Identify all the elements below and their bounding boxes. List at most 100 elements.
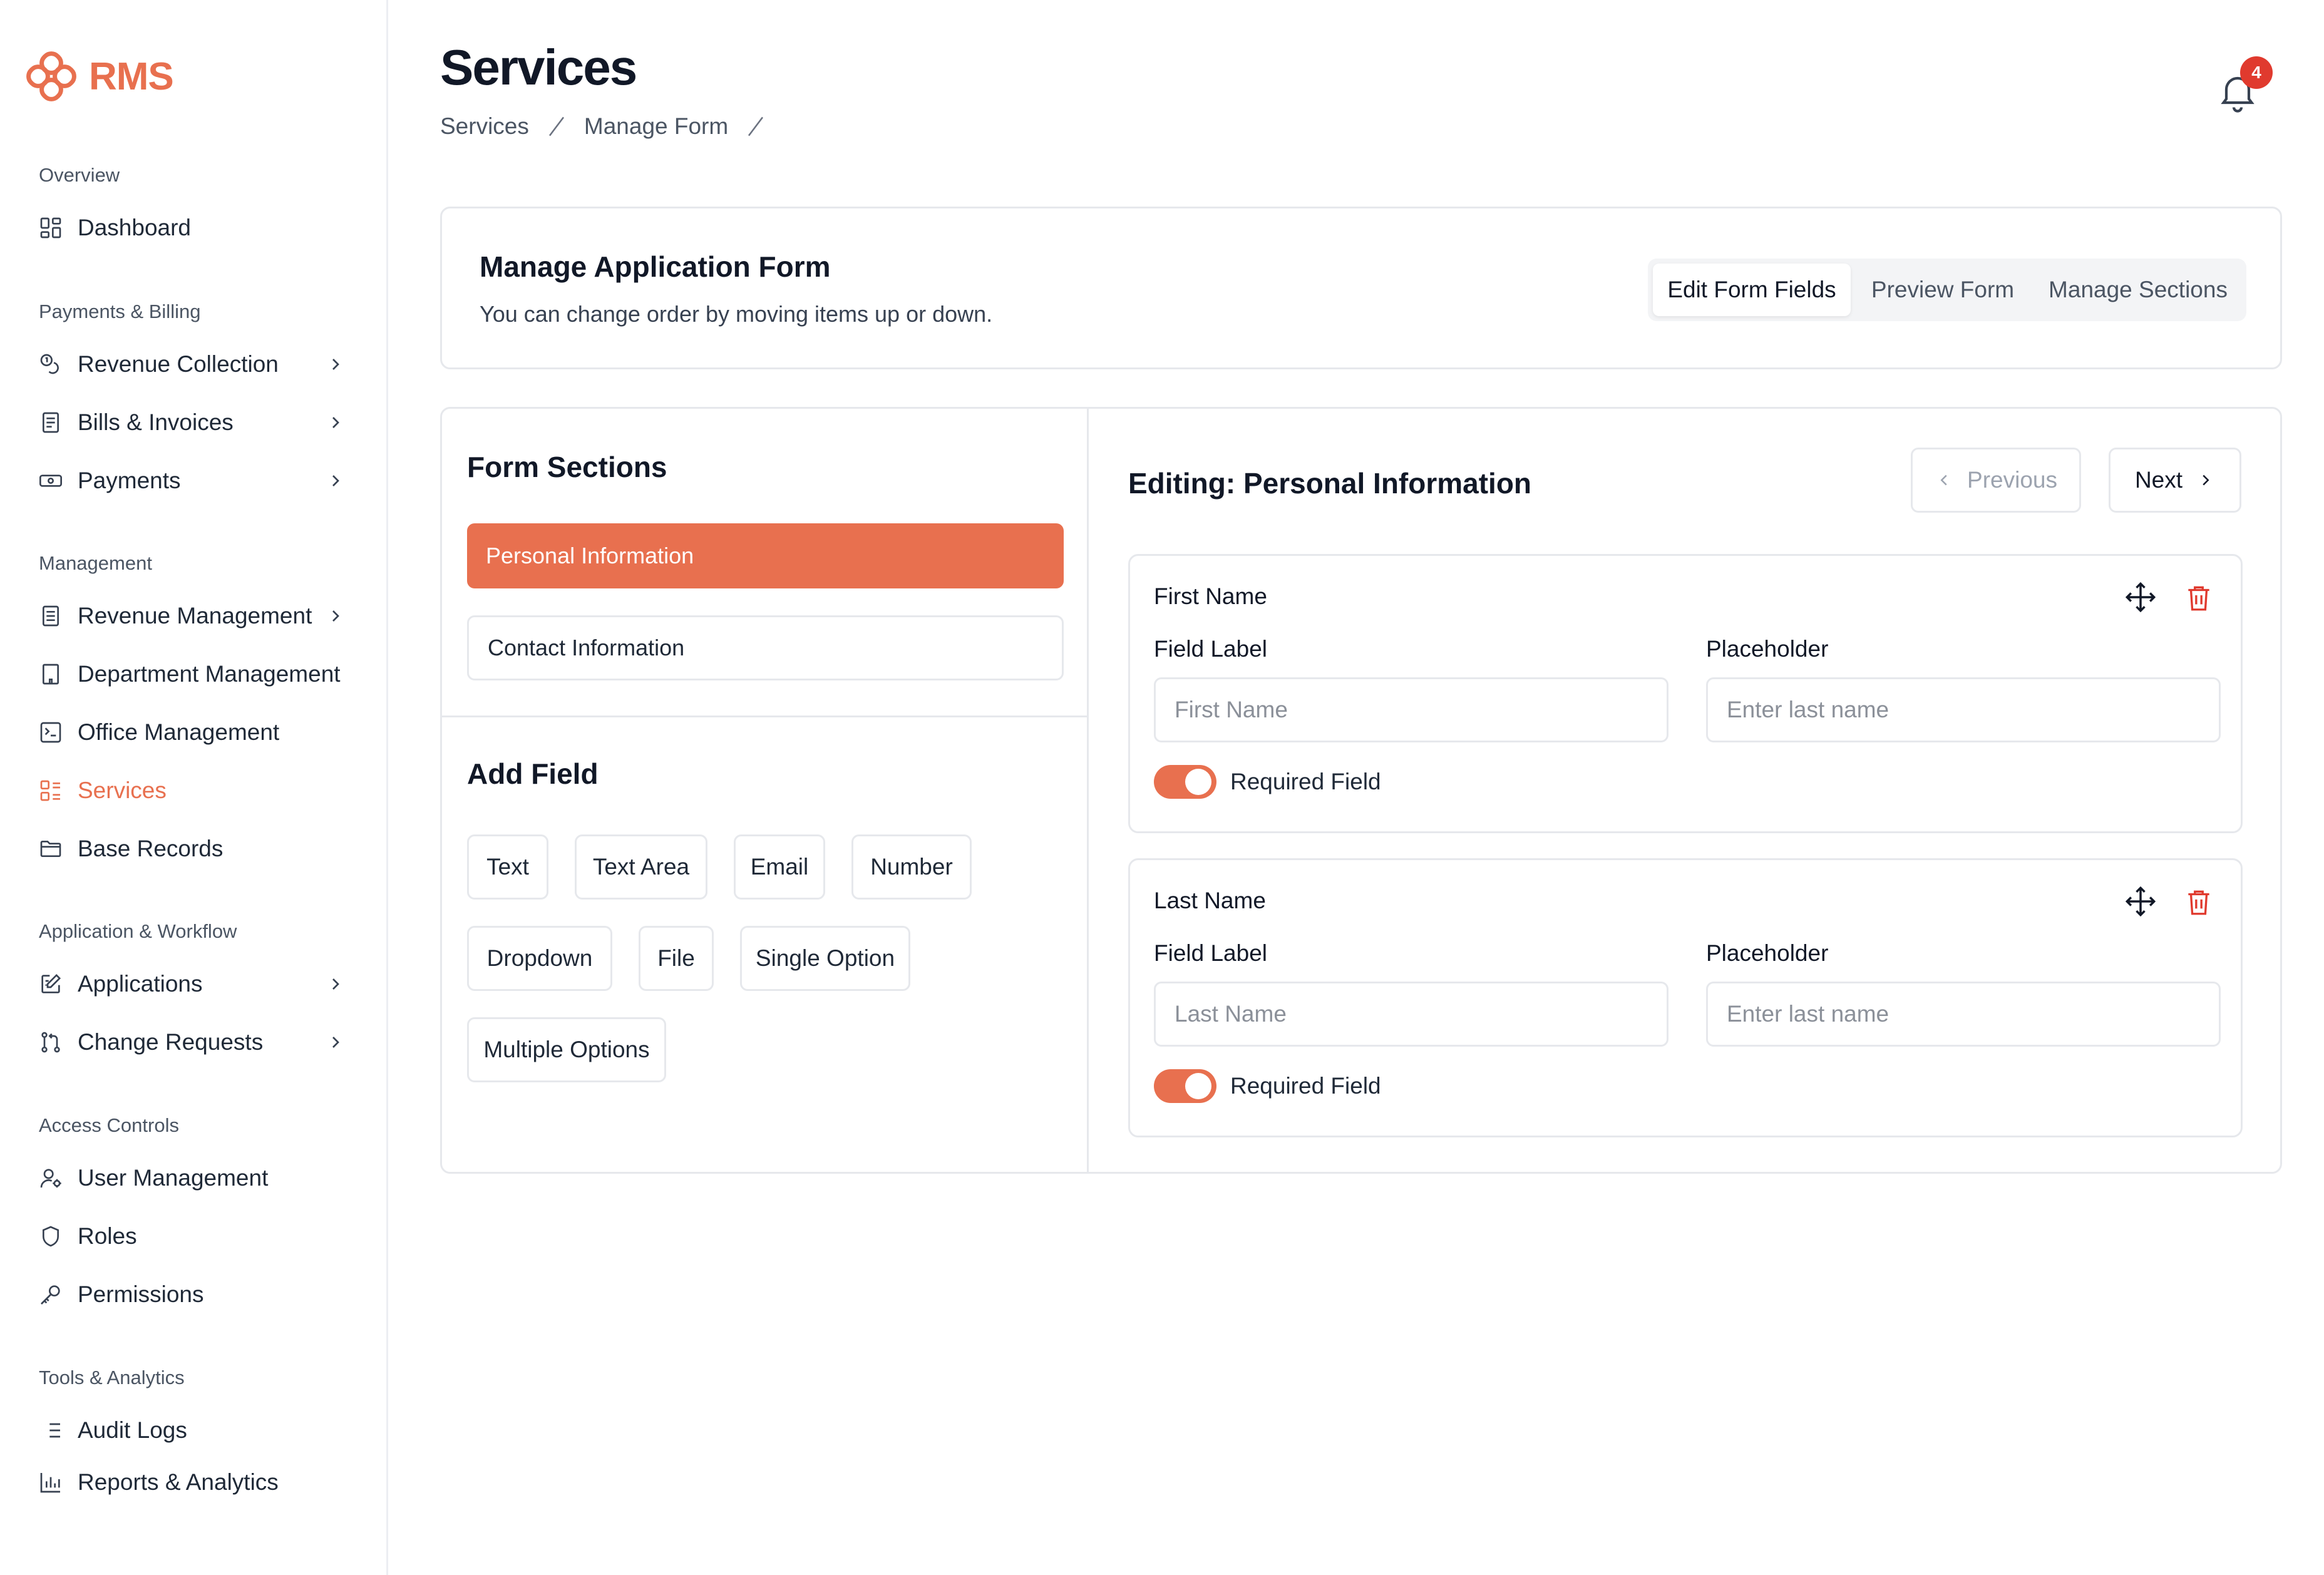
dashboard-grid-icon <box>38 215 64 241</box>
receipt-icon <box>38 409 64 436</box>
services-list-icon <box>38 777 64 804</box>
breadcrumb-item-services[interactable]: Services <box>440 113 529 140</box>
nav-heading-application-workflow: Application & Workflow <box>39 920 237 942</box>
add-field-file-button[interactable]: File <box>639 926 714 991</box>
sidebar-item-label: Roles <box>78 1223 137 1249</box>
sidebar-item-change-requests[interactable]: Change Requests <box>0 1016 388 1069</box>
tab-edit-form-fields[interactable]: Edit Form Fields <box>1653 264 1851 316</box>
nav-heading-tools-analytics: Tools & Analytics <box>39 1367 185 1388</box>
chevron-left-icon <box>1940 475 1947 486</box>
previous-button[interactable]: Previous <box>1911 448 2081 513</box>
nav-heading-overview: Overview <box>39 164 120 186</box>
sidebar-item-bills-invoices[interactable]: Bills & Invoices <box>0 396 388 449</box>
sidebar-item-audit-logs[interactable]: Audit Logs <box>0 1404 388 1457</box>
sidebar-item-base-records[interactable]: Base Records <box>0 823 388 875</box>
sidebar-item-label: Reports & Analytics <box>78 1469 279 1495</box>
field-label-caption: Field Label <box>1154 940 1268 966</box>
edit-form-icon <box>38 971 64 997</box>
sidebar-item-permissions[interactable]: Permissions <box>0 1268 388 1321</box>
trash-icon[interactable] <box>2183 581 2214 615</box>
sidebar-item-payments[interactable]: Payments <box>0 454 388 507</box>
app-name: RMS <box>89 54 174 98</box>
sidebar-item-revenue-collection[interactable]: Revenue Collection <box>0 338 388 391</box>
trash-icon[interactable] <box>2183 885 2214 919</box>
sidebar-item-user-management[interactable]: User Management <box>0 1152 388 1204</box>
office-icon <box>38 719 64 746</box>
sidebar: RMS Overview Dashboard Payments & Billin… <box>0 0 388 1575</box>
add-field-dropdown-button[interactable]: Dropdown <box>467 926 612 991</box>
coins-icon <box>38 351 64 377</box>
rms-logo-icon <box>26 51 76 101</box>
form-mode-tabs: Edit Form Fields Preview Form Manage Sec… <box>1648 259 2246 321</box>
section-personal-information[interactable]: Personal Information <box>467 523 1064 588</box>
sidebar-item-services[interactable]: Services <box>0 764 388 817</box>
editing-title: Editing: Personal Information <box>1128 467 1532 500</box>
add-field-text-button[interactable]: Text <box>467 834 548 900</box>
required-toggle[interactable] <box>1154 765 1216 799</box>
next-button[interactable]: Next <box>2109 448 2241 513</box>
add-field-email-button[interactable]: Email <box>734 834 825 900</box>
building-icon <box>38 661 64 687</box>
sidebar-item-applications[interactable]: Applications <box>0 958 388 1010</box>
sidebar-item-dashboard[interactable]: Dashboard <box>0 202 388 254</box>
app-logo[interactable]: RMS <box>25 50 174 103</box>
field-card-title: Last Name <box>1154 888 1266 913</box>
left-pane: Form Sections Personal Information Conta… <box>442 409 1089 1172</box>
manage-form-subtitle: You can change order by moving items up … <box>480 301 993 327</box>
required-toggle-label: Required Field <box>1230 1073 1381 1099</box>
bar-chart-icon <box>38 1469 64 1495</box>
sidebar-item-label: Base Records <box>78 836 224 861</box>
sidebar-item-label: Applications <box>78 971 203 997</box>
placeholder-input[interactable] <box>1706 677 2221 742</box>
sidebar-item-department-management[interactable]: Department Management <box>0 648 388 700</box>
sidebar-item-roles[interactable]: Roles <box>0 1210 388 1263</box>
field-card-first-name: First Name Field Label Placeholder Requi… <box>1128 554 2243 833</box>
sidebar-item-label: Permissions <box>78 1281 204 1307</box>
tab-manage-sections[interactable]: Manage Sections <box>2036 264 2240 316</box>
key-icon <box>38 1281 64 1308</box>
sidebar-item-label: Bills & Invoices <box>78 409 234 435</box>
add-field-textarea-button[interactable]: Text Area <box>575 834 707 900</box>
tab-preview-form[interactable]: Preview Form <box>1852 264 2034 316</box>
user-cog-icon <box>38 1165 64 1191</box>
breadcrumb-item-manage-form[interactable]: Manage Form <box>584 113 728 140</box>
move-icon[interactable] <box>2124 581 2157 613</box>
sidebar-item-label: Audit Logs <box>78 1417 187 1443</box>
nav-heading-payments: Payments & Billing <box>39 300 201 322</box>
add-field-number-button[interactable]: Number <box>851 834 972 900</box>
field-label-caption: Field Label <box>1154 636 1268 662</box>
chevron-right-icon <box>332 610 339 622</box>
nav-heading-management: Management <box>39 552 152 574</box>
breadcrumb-separator-icon <box>548 116 564 136</box>
move-icon[interactable] <box>2124 885 2157 918</box>
required-toggle[interactable] <box>1154 1069 1216 1103</box>
previous-label: Previous <box>1967 467 2057 493</box>
sidebar-item-label: Revenue Collection <box>78 351 279 377</box>
sidebar-item-label: Dashboard <box>78 215 192 240</box>
sidebar-item-label: Office Management <box>78 719 280 745</box>
sidebar-item-revenue-management[interactable]: Revenue Management <box>0 590 388 642</box>
breadcrumb-separator-icon <box>748 116 764 136</box>
chevron-right-icon <box>332 417 339 428</box>
sidebar-item-reports-analytics[interactable]: Reports & Analytics <box>0 1456 388 1509</box>
list-icon <box>38 1417 64 1444</box>
field-card-title: First Name <box>1154 583 1267 609</box>
required-toggle-label: Required Field <box>1230 769 1381 794</box>
sidebar-item-office-management[interactable]: Office Management <box>0 706 388 759</box>
add-field-single-option-button[interactable]: Single Option <box>740 926 910 991</box>
sidebar-item-label: Payments <box>78 468 181 493</box>
section-contact-information[interactable]: Contact Information <box>467 615 1064 680</box>
add-field-multiple-options-button[interactable]: Multiple Options <box>467 1017 666 1082</box>
sidebar-item-label: Department Management <box>78 661 341 687</box>
document-icon <box>38 603 64 629</box>
field-label-input[interactable] <box>1154 982 1668 1047</box>
placeholder-caption: Placeholder <box>1706 636 1829 662</box>
field-label-input[interactable] <box>1154 677 1668 742</box>
notification-badge: 4 <box>2240 56 2273 89</box>
right-pane: Editing: Personal Information Previous N… <box>1091 409 2280 1172</box>
divider <box>442 716 1089 717</box>
placeholder-input[interactable] <box>1706 982 2221 1047</box>
sidebar-item-label: Services <box>78 777 167 803</box>
form-editor-card: Form Sections Personal Information Conta… <box>440 407 2282 1174</box>
chevron-right-icon <box>332 1037 339 1048</box>
